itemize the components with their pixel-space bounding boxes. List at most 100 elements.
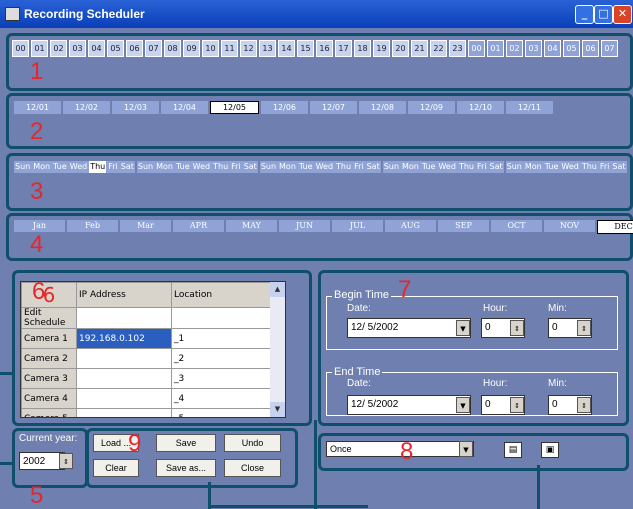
date-cell[interactable]: 12/04 [161,101,208,114]
hour-cell[interactable]: 07 [145,40,162,57]
month-cell[interactable]: JUL [332,220,383,232]
hour-cell[interactable]: 09 [183,40,200,57]
table-row[interactable]: Camera 4 _4 [21,388,275,409]
begin-min-spin-icon[interactable]: ⇕ [577,320,591,336]
hour-cell[interactable]: 16 [316,40,333,57]
location-cell[interactable]: _4 [171,388,275,409]
table-row[interactable]: Camera 3 _3 [21,368,275,389]
month-cell[interactable]: NOV [544,220,595,232]
hour-cell[interactable]: 05 [563,40,580,57]
year-spin-icon[interactable]: ⇕ [59,453,73,469]
row-header[interactable]: Camera 4 [21,388,77,409]
hour-cell[interactable]: 18 [354,40,371,57]
date-cell[interactable]: 12/05 [210,101,259,114]
calendar-add-icon[interactable]: ▤ [504,442,522,458]
date-cell[interactable]: 12/01 [14,101,61,114]
weekday-cell[interactable]: Mon [524,161,543,173]
weekday-cell[interactable]: Mon [278,161,297,173]
hour-cell[interactable]: 08 [164,40,181,57]
save-as-button[interactable]: Save as... [156,459,216,477]
hour-cell[interactable]: 06 [126,40,143,57]
weekday-cell[interactable]: Fri [599,161,611,173]
hour-cell[interactable]: 04 [544,40,561,57]
location-cell[interactable]: _2 [171,348,275,369]
hour-cell[interactable]: 02 [50,40,67,57]
weekday-cell[interactable]: Sun [137,161,154,173]
hour-cell[interactable]: 03 [69,40,86,57]
weekday-cell[interactable]: Thu [335,161,352,173]
ip-cell[interactable] [76,307,172,329]
column-header[interactable]: Location [171,282,275,308]
hour-cell[interactable]: 07 [601,40,618,57]
month-cell[interactable]: JUN [279,220,330,232]
weekday-cell[interactable]: Thu [458,161,475,173]
date-cell[interactable]: 12/06 [261,101,308,114]
weekday-cell[interactable]: Wed [69,161,88,173]
date-cell[interactable]: 12/07 [310,101,357,114]
location-cell[interactable] [171,307,275,329]
month-cell[interactable]: SEP [438,220,489,232]
row-header[interactable]: Camera 2 [21,348,77,369]
close-button[interactable]: Close [224,459,281,477]
table-row[interactable]: Camera 5 _5 [21,408,275,417]
row-header[interactable]: Edit Schedule [21,307,77,329]
weekday-cell[interactable]: Mon [32,161,51,173]
hour-cell[interactable]: 23 [449,40,466,57]
month-cell[interactable]: MAY [226,220,277,232]
column-header[interactable]: IP Address [76,282,172,308]
row-header[interactable]: Camera 1 [21,328,77,349]
table-row[interactable]: Camera 1 192.168.0.102 _1 [21,328,275,349]
weekday-cell[interactable]: Fri [107,161,119,173]
hour-cell[interactable]: 13 [259,40,276,57]
hour-cell[interactable]: 10 [202,40,219,57]
weekday-cell[interactable]: Sat [489,161,504,173]
scroll-up-icon[interactable]: ▲ [270,282,285,297]
weekday-cell[interactable]: Wed [315,161,334,173]
hour-cell[interactable]: 06 [582,40,599,57]
weekday-cell[interactable]: Sat [243,161,258,173]
location-cell[interactable]: _5 [171,408,275,417]
month-cell[interactable]: Feb [67,220,118,232]
weekday-cell[interactable]: Sun [260,161,277,173]
row-header[interactable]: Camera 5 [21,408,77,417]
ip-cell[interactable] [76,388,172,409]
weekday-cell[interactable]: Wed [437,161,456,173]
weekday-cell[interactable]: Wed [560,161,579,173]
hour-cell[interactable]: 00 [12,40,29,57]
ip-cell[interactable] [76,368,172,389]
weekday-cell[interactable]: Tue [298,161,314,173]
weekday-cell[interactable]: Thu [212,161,229,173]
hour-cell[interactable]: 04 [88,40,105,57]
weekday-cell[interactable]: Tue [175,161,191,173]
date-cell[interactable]: 12/08 [359,101,406,114]
weekday-cell[interactable]: Sat [366,161,381,173]
begin-date-dropdown-icon[interactable]: ▼ [456,320,470,336]
weekday-cell[interactable]: Fri [230,161,242,173]
weekday-cell[interactable]: Sun [14,161,31,173]
ip-cell[interactable] [76,348,172,369]
month-cell[interactable]: DEC [597,220,633,234]
weekday-cell[interactable]: Sat [611,161,626,173]
date-cell[interactable]: 12/03 [112,101,159,114]
hour-cell[interactable]: 22 [430,40,447,57]
hour-cell[interactable]: 19 [373,40,390,57]
begin-hour-spin-icon[interactable]: ⇕ [510,320,524,336]
end-date-dropdown-icon[interactable]: ▼ [456,397,470,413]
hour-cell[interactable]: 14 [278,40,295,57]
table-row[interactable]: Camera 2 _2 [21,348,275,369]
hour-cell[interactable]: 00 [468,40,485,57]
weekday-cell[interactable]: Tue [544,161,560,173]
weekday-cell[interactable]: Wed [192,161,211,173]
end-date-field[interactable]: 12/ 5/2002 [347,395,471,415]
maximize-button[interactable]: □ [594,5,613,24]
weekday-cell[interactable]: Thu [89,161,107,173]
begin-date-field[interactable]: 12/ 5/2002 [347,318,471,338]
scroll-down-icon[interactable]: ▼ [270,402,285,417]
date-cell[interactable]: 12/09 [408,101,455,114]
end-min-spin-icon[interactable]: ⇕ [577,397,591,413]
weekday-cell[interactable]: Fri [353,161,365,173]
clear-button[interactable]: Clear [93,459,139,477]
hour-cell[interactable]: 01 [31,40,48,57]
location-cell[interactable]: _3 [171,368,275,389]
hour-cell[interactable]: 11 [221,40,238,57]
